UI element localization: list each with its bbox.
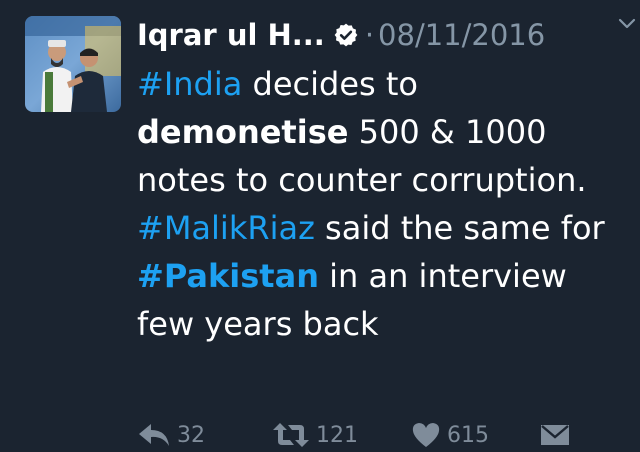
text-segment-bold: demonetise bbox=[137, 113, 349, 151]
hashtag-pakistan[interactable]: #Pakistan bbox=[137, 257, 319, 295]
chevron-down-icon[interactable] bbox=[616, 12, 638, 34]
envelope-icon bbox=[541, 425, 569, 445]
like-count: 615 bbox=[447, 422, 489, 448]
verified-badge-icon bbox=[333, 22, 359, 48]
heart-icon bbox=[412, 423, 440, 447]
author-name[interactable]: Iqrar ul H... bbox=[137, 18, 325, 52]
reply-count: 32 bbox=[177, 422, 205, 448]
tweet-text: #India decides to demonetise 500 & 1000 … bbox=[137, 60, 632, 348]
tweet-card[interactable]: Iqrar ul H... · 08/11/2016 #India decide… bbox=[0, 0, 640, 451]
retweet-icon bbox=[273, 423, 309, 447]
hashtag-malikriaz[interactable]: #MalikRiaz bbox=[137, 209, 315, 247]
reply-icon bbox=[139, 424, 169, 446]
reply-button[interactable]: 32 bbox=[137, 418, 205, 452]
header-separator: · bbox=[364, 18, 375, 52]
hashtag-india[interactable]: #India bbox=[137, 65, 242, 103]
retweet-count: 121 bbox=[316, 422, 358, 448]
tweet-date[interactable]: 08/11/2016 bbox=[378, 18, 545, 52]
avatar-photo bbox=[25, 16, 121, 112]
avatar[interactable] bbox=[25, 16, 121, 112]
text-segment: decides to bbox=[242, 65, 418, 103]
retweet-button[interactable]: 121 bbox=[272, 418, 358, 452]
tweet-actions: 32 121 615 bbox=[137, 418, 577, 452]
text-segment: said the same for bbox=[314, 209, 605, 247]
tweet-header: Iqrar ul H... · 08/11/2016 bbox=[137, 12, 627, 58]
like-button[interactable]: 615 bbox=[411, 418, 489, 452]
direct-message-button[interactable] bbox=[540, 418, 570, 452]
